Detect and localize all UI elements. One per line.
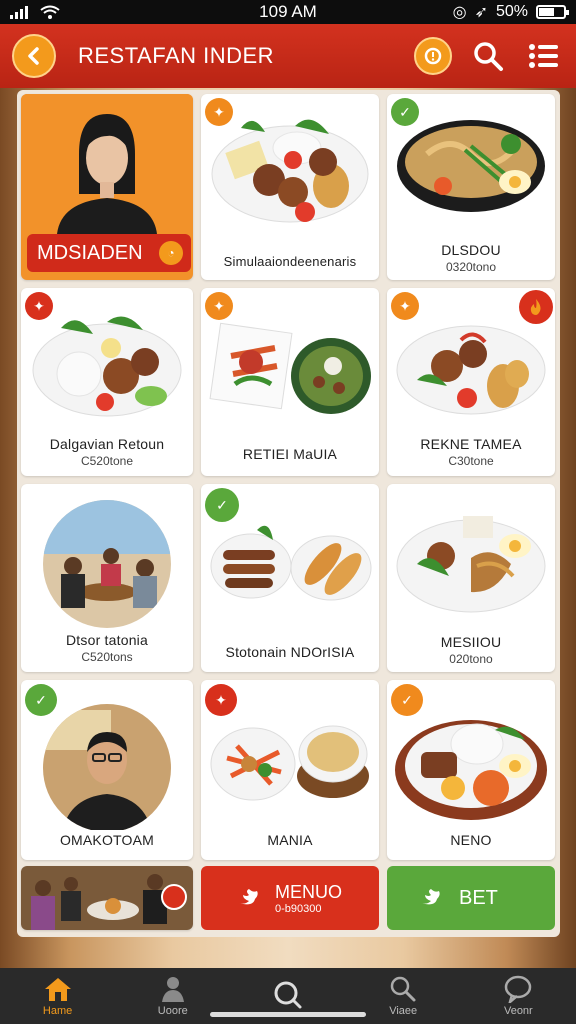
card-subtitle: 0320tono bbox=[445, 260, 497, 274]
fire-icon: ✦ bbox=[391, 292, 419, 320]
back-button[interactable] bbox=[12, 34, 56, 78]
tag-icon bbox=[424, 47, 442, 65]
card-title: Dalgavian Retoun bbox=[49, 436, 165, 452]
menu-button-large[interactable]: MENUO 0-b90300 bbox=[201, 866, 379, 930]
battery-icon bbox=[536, 5, 569, 19]
check-icon: ✓ bbox=[205, 488, 239, 522]
favorite-button[interactable] bbox=[519, 290, 553, 324]
status-time: 109 AM bbox=[259, 2, 317, 21]
check-icon: ✓ bbox=[25, 684, 57, 716]
restaurant-card[interactable]: NENO ✓ bbox=[387, 680, 555, 860]
home-indicator[interactable] bbox=[210, 1012, 366, 1017]
fire-icon: ✦ bbox=[205, 684, 237, 716]
nav-user[interactable]: Uoore bbox=[133, 975, 213, 1017]
card-title: Stotonain NDOrISIA bbox=[225, 644, 355, 660]
card-subtitle: C520tone bbox=[80, 454, 134, 468]
menu-button-label: MENUO bbox=[275, 881, 342, 902]
nav-explore[interactable]: Viaee bbox=[363, 975, 443, 1017]
fire-icon: ✦ bbox=[25, 292, 53, 320]
search-button[interactable] bbox=[468, 36, 508, 76]
featured-card[interactable]: MDSIADEN ◔ bbox=[21, 94, 193, 280]
nav-search[interactable] bbox=[248, 980, 328, 1012]
restaurant-card[interactable]: DLSDOU 0320tono ✓ bbox=[387, 94, 555, 280]
search-icon bbox=[274, 981, 302, 1009]
fire-icon: ✦ bbox=[205, 98, 233, 126]
status-bar: 109 AM ◎ ➶ 50% bbox=[0, 0, 576, 24]
play-icon: ◔ bbox=[159, 241, 183, 265]
nav-label: Viaee bbox=[389, 1005, 418, 1017]
card-subtitle: C30tone bbox=[448, 454, 494, 468]
wifi-icon bbox=[40, 5, 60, 19]
restaurant-card[interactable]: RETIEI MaUIA ✦ bbox=[201, 288, 379, 476]
check-icon: ✓ bbox=[391, 98, 419, 126]
battery-percent: 50% bbox=[495, 3, 528, 20]
card-title: MESIIOU bbox=[440, 634, 502, 650]
featured-label-bar: MDSIADEN ◔ bbox=[27, 234, 191, 272]
card-title: Dtsor tatonia bbox=[66, 632, 148, 648]
card-subtitle: 020tono bbox=[449, 652, 493, 666]
page-title: RESTAFAN INDER bbox=[78, 43, 275, 68]
dining-people-image bbox=[43, 500, 171, 628]
restaurant-card[interactable]: REKNE TAMEA C30tone ✦ bbox=[387, 288, 555, 476]
video-icon[interactable] bbox=[161, 884, 187, 910]
navigation-icon: ➶ bbox=[474, 4, 488, 21]
restaurant-card[interactable]: MESIIOU 020tono bbox=[387, 484, 555, 672]
twitter-bird-icon bbox=[239, 889, 258, 905]
food-plate-image bbox=[396, 516, 546, 613]
app-header: RESTAFAN INDER bbox=[0, 24, 576, 88]
chat-icon bbox=[505, 975, 532, 1003]
restaurant-card[interactable]: Simulaaiondeenenaris ✦ bbox=[201, 94, 379, 280]
restaurant-card[interactable]: OMAKOTOAM ✓ bbox=[21, 680, 193, 860]
card-title: NENO bbox=[450, 832, 492, 848]
search-people-icon bbox=[390, 976, 416, 1002]
card-title: DLSDOU bbox=[441, 242, 501, 258]
menu-button-sub: 0-b90300 bbox=[275, 902, 322, 915]
grid-menu-icon bbox=[529, 44, 558, 68]
dining-photo-card[interactable] bbox=[21, 866, 193, 930]
restaurant-card[interactable]: MANIA ✦ bbox=[201, 680, 379, 860]
restaurant-card[interactable]: Dtsor tatonia C520tons bbox=[21, 484, 193, 672]
card-title: OMAKOTOAM bbox=[59, 832, 155, 848]
featured-label: MDSIADEN bbox=[37, 241, 143, 264]
card-title: REKNE TAMEA bbox=[420, 436, 522, 452]
restaurant-card[interactable]: Stotonain NDOrISIA ✓ bbox=[201, 484, 379, 672]
card-title: RETIEI MaUIA bbox=[242, 446, 338, 462]
restaurant-grid: MDSIADEN ◔ Simulaaiondeenenaris ✦ DLSDOU… bbox=[17, 90, 560, 937]
nav-label: Hame bbox=[42, 1005, 73, 1017]
flame-icon bbox=[530, 299, 541, 315]
location-icon: ◎ bbox=[452, 4, 467, 21]
fire-icon: ✓ bbox=[391, 684, 423, 716]
nav-home[interactable]: Hame bbox=[18, 975, 98, 1017]
home-icon bbox=[44, 978, 71, 1001]
signal-icon bbox=[10, 6, 28, 19]
twitter-bird-icon bbox=[421, 889, 440, 905]
fire-icon: ✦ bbox=[205, 292, 233, 320]
user-icon bbox=[161, 977, 184, 1002]
card-title: Simulaaiondeenenaris bbox=[223, 254, 357, 269]
card-title: MANIA bbox=[267, 832, 313, 848]
restaurant-card[interactable]: Dalgavian Retoun C520tone ✦ bbox=[21, 288, 193, 476]
nav-label: Veonr bbox=[503, 1005, 533, 1017]
nav-chat[interactable]: Veonr bbox=[478, 975, 558, 1017]
host-portrait-image bbox=[21, 94, 193, 234]
card-subtitle: C520tons bbox=[81, 650, 133, 664]
bet-button[interactable]: BET bbox=[387, 866, 555, 930]
offers-button[interactable] bbox=[414, 37, 452, 75]
menu-button[interactable] bbox=[524, 36, 564, 76]
bet-button-label: BET bbox=[459, 886, 498, 909]
search-icon bbox=[474, 42, 503, 71]
nav-label: Uoore bbox=[157, 1005, 188, 1017]
chevron-left-icon bbox=[28, 47, 39, 65]
